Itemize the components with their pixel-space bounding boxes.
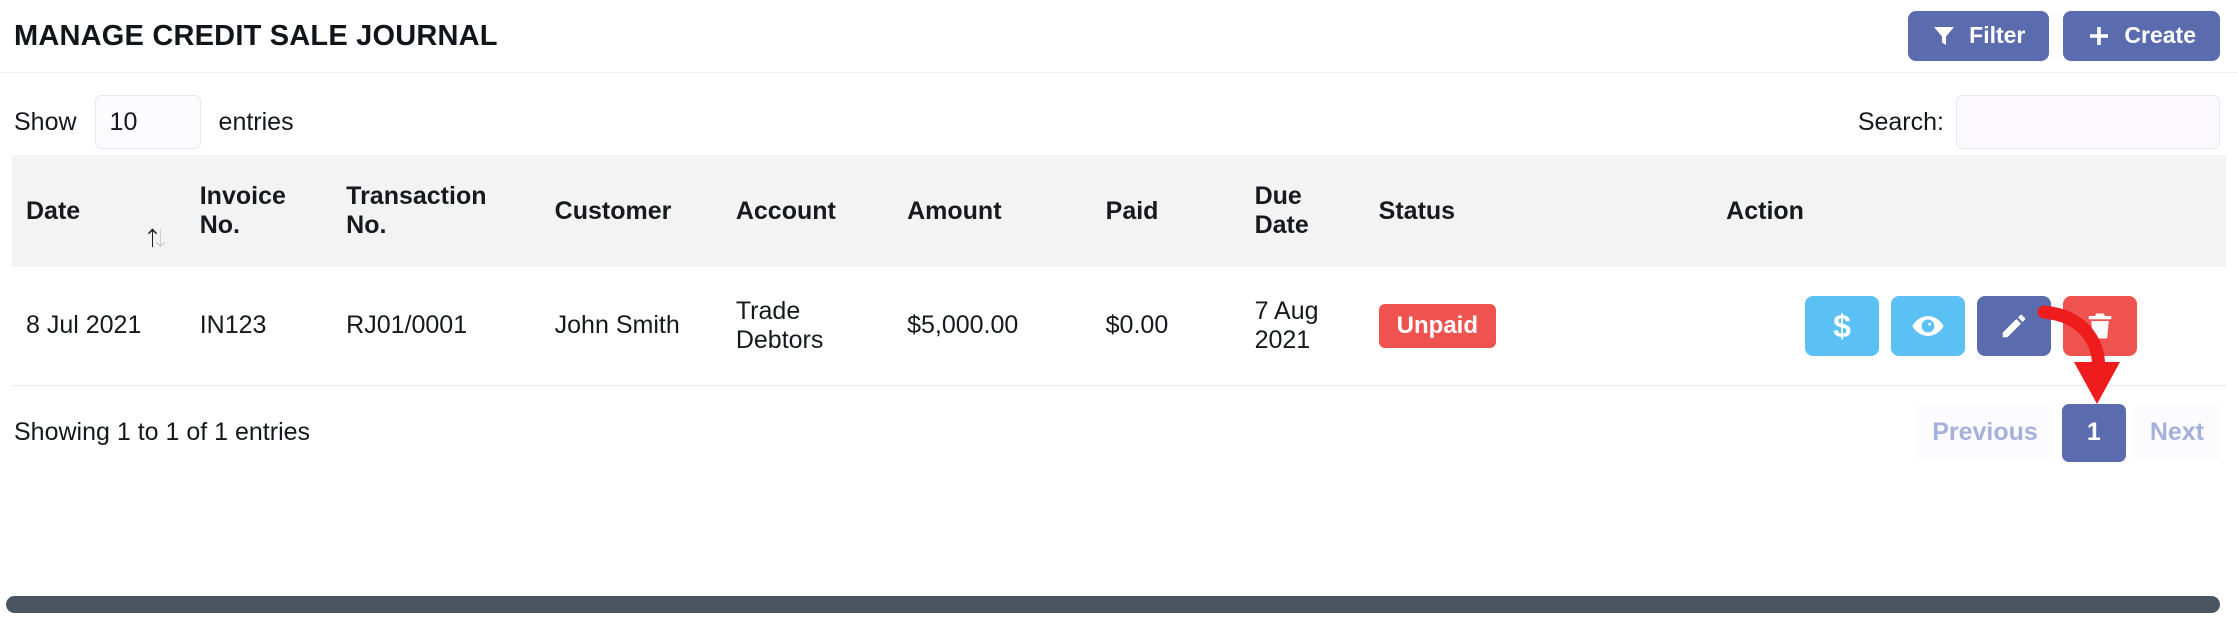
sort-arrows-icon	[144, 225, 170, 251]
edit-button[interactable]	[1977, 295, 2052, 356]
page-title: MANAGE CREDIT SALE JOURNAL	[14, 19, 498, 52]
cell-due-date: 7 Aug 2021	[1240, 267, 1365, 386]
table-row: 8 Jul 2021 IN123 RJ01/0001 John Smith Tr…	[12, 267, 2226, 386]
pagination-previous[interactable]: Previous	[1916, 403, 2054, 462]
plus-icon	[2087, 24, 2111, 48]
horizontal-scrollbar[interactable]	[0, 596, 2238, 613]
trash-icon	[2085, 311, 2115, 341]
table-controls: Show 10 entries Search:	[0, 73, 2238, 149]
row-action-group: $	[1726, 295, 2216, 356]
funnel-icon	[1932, 24, 1956, 48]
cell-action: $	[1712, 267, 2226, 386]
column-header-customer[interactable]: Customer	[540, 155, 722, 267]
data-table-wrapper: Date Invoice No. Transaction No. Custome…	[0, 145, 2238, 386]
column-header-invoice-no[interactable]: Invoice No.	[185, 155, 333, 267]
cell-invoice-no: IN123	[185, 267, 333, 386]
cell-customer: John Smith	[540, 267, 722, 386]
search-input[interactable]	[1956, 95, 2220, 149]
table-header-row: Date Invoice No. Transaction No. Custome…	[12, 155, 2226, 267]
pay-button[interactable]: $	[1805, 295, 1880, 356]
cell-account: Trade Debtors	[721, 267, 894, 386]
eye-icon	[1911, 309, 1945, 343]
pencil-icon	[1999, 311, 2029, 341]
status-badge: Unpaid	[1378, 303, 1496, 348]
cell-amount: $5,000.00	[893, 267, 1092, 386]
cell-date: 8 Jul 2021	[12, 267, 186, 386]
create-button[interactable]: Create	[2063, 11, 2220, 61]
table-footer: Showing 1 to 1 of 1 entries Previous 1 N…	[0, 386, 2238, 462]
column-header-amount[interactable]: Amount	[893, 155, 1092, 267]
delete-button[interactable]	[2063, 295, 2138, 356]
search-label: Search:	[1857, 107, 1944, 136]
length-control: Show 10 entries	[14, 95, 294, 149]
column-header-date-label: Date	[26, 196, 81, 225]
filter-button[interactable]: Filter	[1908, 11, 2050, 61]
manage-credit-sale-journal-page: MANAGE CREDIT SALE JOURNAL Filter Create…	[0, 0, 2238, 619]
cell-transaction-no: RJ01/0001	[332, 267, 541, 386]
dollar-icon: $	[1833, 307, 1851, 344]
cell-paid: $0.00	[1091, 267, 1241, 386]
horizontal-scrollbar-thumb[interactable]	[6, 596, 2220, 613]
cell-status: Unpaid	[1364, 267, 1713, 386]
pagination-page-1[interactable]: 1	[2061, 403, 2126, 462]
show-label: Show	[14, 107, 77, 136]
column-header-paid[interactable]: Paid	[1091, 155, 1241, 267]
credit-sale-journal-table: Date Invoice No. Transaction No. Custome…	[12, 155, 2226, 386]
page-length-select[interactable]: 10	[94, 95, 201, 149]
column-header-due-date[interactable]: Due Date	[1240, 155, 1365, 267]
table-info: Showing 1 to 1 of 1 entries	[14, 418, 311, 446]
column-header-status[interactable]: Status	[1364, 155, 1713, 267]
column-header-date[interactable]: Date	[12, 155, 186, 267]
page-header: MANAGE CREDIT SALE JOURNAL Filter Create	[0, 0, 2238, 73]
column-header-transaction-no[interactable]: Transaction No.	[332, 155, 541, 267]
search-control: Search:	[1858, 95, 2220, 149]
table-body: 8 Jul 2021 IN123 RJ01/0001 John Smith Tr…	[12, 267, 2226, 386]
create-button-label: Create	[2124, 21, 2196, 48]
entries-label: entries	[218, 107, 294, 136]
column-header-account[interactable]: Account	[721, 155, 894, 267]
pagination-next[interactable]: Next	[2133, 403, 2220, 462]
filter-button-label: Filter	[1969, 21, 2026, 48]
view-button[interactable]	[1891, 295, 1966, 356]
column-header-action: Action	[1712, 155, 2226, 267]
pagination: Previous 1 Next	[1916, 403, 2220, 462]
table-head: Date Invoice No. Transaction No. Custome…	[12, 155, 2226, 267]
header-actions: Filter Create	[1908, 11, 2220, 61]
